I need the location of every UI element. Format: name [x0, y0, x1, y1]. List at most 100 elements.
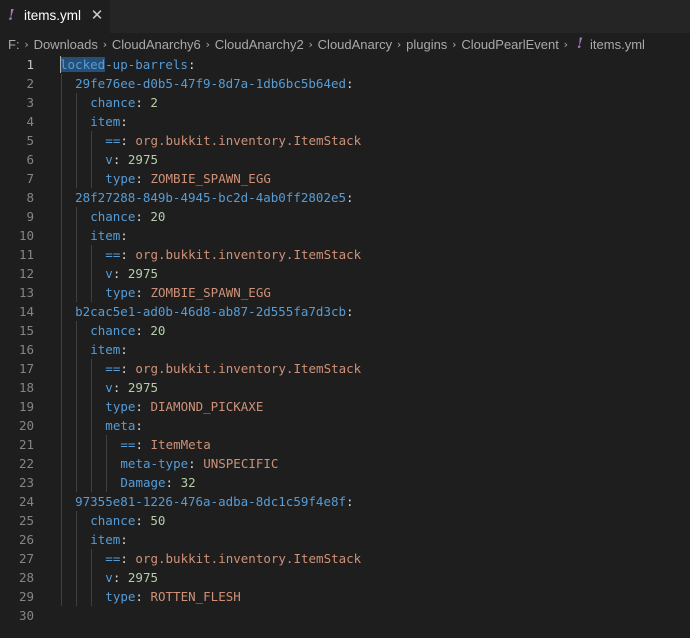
code-line[interactable]: v: 2975 — [105, 568, 158, 587]
yaml-key: item — [90, 228, 121, 243]
yaml-colon: : — [135, 418, 143, 433]
code-line[interactable]: v: 2975 — [105, 264, 158, 283]
code-line[interactable]: item: — [90, 226, 128, 245]
code-line[interactable]: chance: 20 — [90, 321, 165, 340]
yaml-colon: : — [112, 152, 128, 167]
code-line[interactable]: locked-up-barrels: — [60, 55, 195, 74]
code-line[interactable]: meta-type: UNSPECIFIC — [120, 454, 278, 473]
yaml-colon: : — [135, 513, 151, 528]
yaml-colon: : — [188, 456, 204, 471]
code-line[interactable]: ==: org.bukkit.inventory.ItemStack — [105, 131, 361, 150]
yaml-colon: : — [135, 285, 151, 300]
line-number: 12 — [18, 266, 34, 281]
indent-guide — [60, 74, 62, 606]
code-line[interactable]: type: DIAMOND_PICKAXE — [105, 397, 263, 416]
yaml-colon: : — [135, 171, 151, 186]
code-line[interactable]: v: 2975 — [105, 150, 158, 169]
yaml-key: chance — [90, 513, 136, 528]
yaml-key: == — [120, 437, 136, 452]
yaml-file-icon: ! — [576, 36, 584, 52]
indent-guide — [90, 549, 92, 606]
yaml-value: org.bukkit.inventory.ItemStack — [135, 361, 362, 376]
yaml-colon: : — [135, 95, 151, 110]
line-number: 29 — [18, 589, 34, 604]
line-number: 17 — [18, 361, 34, 376]
code-line[interactable]: item: — [90, 530, 128, 549]
code-line[interactable]: ==: org.bukkit.inventory.ItemStack — [105, 549, 361, 568]
breadcrumb-file[interactable]: items.yml — [590, 37, 645, 52]
code-line[interactable]: chance: 50 — [90, 511, 165, 530]
code-line[interactable]: item: — [90, 340, 128, 359]
yaml-colon: : — [120, 228, 128, 243]
code-line[interactable]: chance: 2 — [90, 93, 158, 112]
code-line[interactable]: ==: ItemMeta — [120, 435, 210, 454]
line-number: 19 — [18, 399, 34, 414]
code-line[interactable]: 29fe76ee-d0b5-47f9-8d7a-1db6bc5b64ed: — [75, 74, 353, 93]
breadcrumb-item[interactable]: CloudAnarchy2 — [215, 37, 304, 52]
yaml-colon: : — [120, 361, 136, 376]
code-line[interactable]: Damage: 32 — [120, 473, 195, 492]
code-line[interactable]: 97355e81-1226-476a-adba-8dc1c59f4e8f: — [75, 492, 353, 511]
close-icon[interactable]: ✕ — [89, 5, 105, 25]
selection-highlight: locked — [60, 57, 106, 72]
tab-bar: ! items.yml ✕ — [0, 0, 690, 33]
breadcrumb-item[interactable]: CloudAnarchy6 — [112, 37, 201, 52]
yaml-value: ROTTEN_FLESH — [150, 589, 241, 604]
tab-items-yml[interactable]: ! items.yml ✕ — [0, 0, 111, 33]
indent-guide — [90, 359, 92, 492]
code-editor[interactable]: 1 locked-up-barrels: 2 29fe76ee-d0b5-47f9-8… — [0, 55, 690, 638]
code-line[interactable]: 28f27288-849b-4945-bc2d-4ab0ff2802e5: — [75, 188, 353, 207]
line-number: 25 — [18, 513, 34, 528]
code-line[interactable]: ==: org.bukkit.inventory.ItemStack — [105, 359, 361, 378]
yaml-colon: : — [187, 57, 196, 72]
code-line[interactable]: ==: org.bukkit.inventory.ItemStack — [105, 245, 361, 264]
code-line[interactable]: type: ZOMBIE_SPAWN_EGG — [105, 283, 271, 302]
yaml-value: org.bukkit.inventory.ItemStack — [135, 133, 362, 148]
yaml-value: org.bukkit.inventory.ItemStack — [135, 551, 362, 566]
line-number: 18 — [18, 380, 34, 395]
yaml-key: type — [105, 285, 136, 300]
line-number: 14 — [18, 304, 34, 319]
yaml-key: item — [90, 114, 121, 129]
code-line[interactable]: meta: — [105, 416, 143, 435]
line-number: 23 — [18, 475, 34, 490]
code-line[interactable]: chance: 20 — [90, 207, 165, 226]
yaml-key: meta — [105, 418, 136, 433]
line-number: 22 — [18, 456, 34, 471]
yaml-key: chance — [90, 95, 136, 110]
breadcrumb-item[interactable]: CloudAnarcy — [318, 37, 392, 52]
text-cursor — [60, 56, 61, 73]
breadcrumb-item[interactable]: F: — [8, 37, 20, 52]
code-line[interactable]: v: 2975 — [105, 378, 158, 397]
indent-guide — [90, 245, 92, 302]
yaml-key: 28f27288-849b-4945-bc2d-4ab0ff2802e5 — [75, 190, 347, 205]
yaml-key: locked-up-barrels — [60, 57, 188, 72]
breadcrumb-item[interactable]: Downloads — [34, 37, 98, 52]
indent-guide — [75, 321, 77, 492]
yaml-colon: : — [120, 114, 128, 129]
line-number: 9 — [26, 209, 34, 224]
chevron-right-icon: › — [563, 37, 569, 51]
yaml-colon: : — [346, 76, 354, 91]
yaml-value: 2 — [150, 95, 158, 110]
line-number: 11 — [18, 247, 34, 262]
yaml-colon: : — [135, 399, 151, 414]
yaml-colon: : — [112, 570, 128, 585]
code-line[interactable]: type: ZOMBIE_SPAWN_EGG — [105, 169, 271, 188]
yaml-colon: : — [120, 551, 136, 566]
yaml-colon: : — [346, 304, 354, 319]
yaml-colon: : — [165, 475, 181, 490]
yaml-colon: : — [135, 589, 151, 604]
yaml-key: 29fe76ee-d0b5-47f9-8d7a-1db6bc5b64ed — [75, 76, 347, 91]
code-line[interactable]: b2cac5e1-ad0b-46d8-ab87-2d555fa7d3cb: — [75, 302, 353, 321]
code-line[interactable]: item: — [90, 112, 128, 131]
yaml-key: type — [105, 399, 136, 414]
yaml-value: ZOMBIE_SPAWN_EGG — [150, 285, 271, 300]
yaml-value: 20 — [150, 209, 166, 224]
chevron-right-icon: › — [308, 37, 313, 51]
yaml-colon: : — [135, 209, 151, 224]
breadcrumb-item[interactable]: plugins — [406, 37, 447, 52]
chevron-right-icon: › — [452, 37, 457, 51]
breadcrumb-item[interactable]: CloudPearlEvent — [461, 37, 559, 52]
code-line[interactable]: type: ROTTEN_FLESH — [105, 587, 240, 606]
